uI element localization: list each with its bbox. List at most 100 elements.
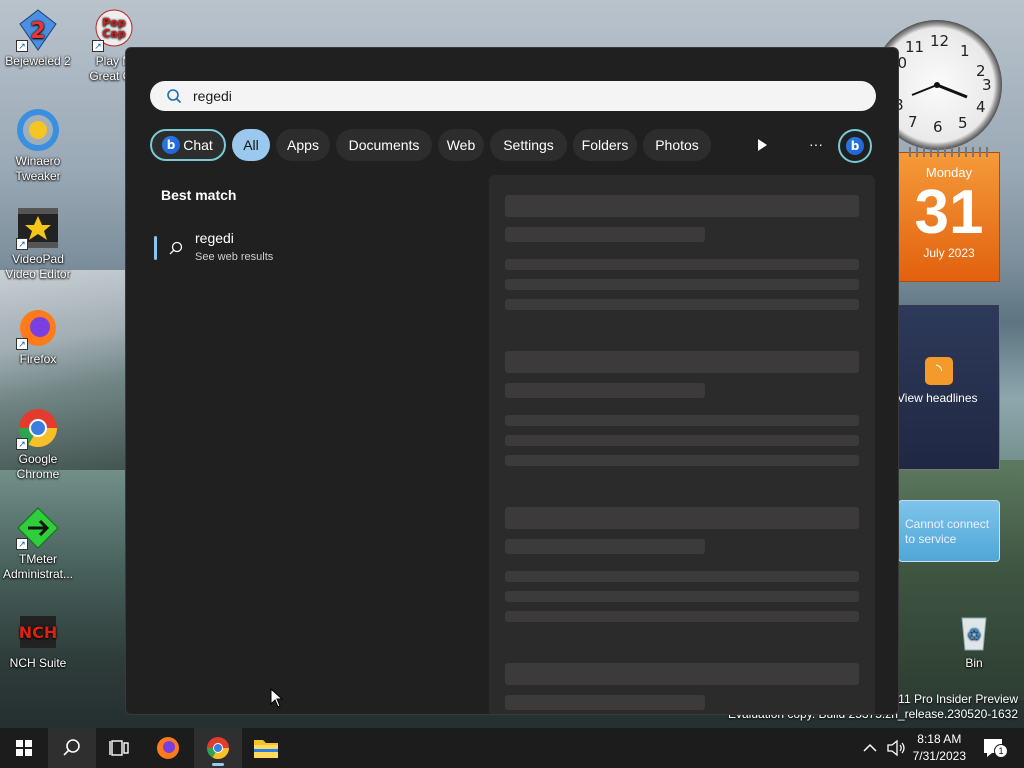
svg-text:Cap: Cap [102,27,125,40]
filter-chat[interactable]: b Chat [150,129,226,161]
filter-settings-label: Settings [503,137,554,153]
desktop-icon-winaero[interactable]: Winaero Tweaker [0,108,76,184]
filter-photos[interactable]: Photos [643,129,711,161]
desktop-icon-label: Winaero Tweaker [15,154,61,183]
skeleton-line [505,279,859,290]
skeleton-line [505,259,859,270]
task-view-button[interactable] [96,728,144,768]
winaero-tweaker-icon [16,108,60,152]
desktop-icon-label: Firefox [19,352,57,366]
shortcut-arrow-icon: ↗ [16,538,28,550]
weather-message: Cannot connect to service [905,517,990,546]
svg-text:♻: ♻ [967,625,981,644]
search-icon [63,739,80,756]
best-match-subtitle: See web results [195,251,274,263]
desktop-icon-label: Bin [965,656,983,670]
desktop-icon-chrome[interactable]: ↗ Google Chrome [0,406,76,482]
show-hidden-icons-button[interactable] [858,736,882,760]
popcap-icon: Pop Cap ↗ [92,8,136,52]
skeleton-line [505,663,859,685]
search-input[interactable]: regedi [150,81,876,111]
calendar-day: 31 [914,178,984,247]
desktop-icon-nch-suite[interactable]: NCH NCH Suite [0,610,76,671]
skeleton-line [505,383,705,398]
best-match-result[interactable]: regedi See web results [154,226,474,268]
folder-icon [254,740,278,758]
speaker-icon [887,739,905,757]
view-headlines-link[interactable]: View headlines [897,391,978,405]
filter-folders-label: Folders [581,137,629,153]
desktop-icon-label: Google Chrome [16,452,60,481]
start-button[interactable] [0,728,48,768]
filter-apps[interactable]: Apps [276,129,330,161]
best-match-title: regedi [195,230,234,246]
rss-icon: ◝ [925,357,953,385]
desktop-icon-bejeweled[interactable]: 2 ↗ Bejeweled 2 [0,8,76,69]
filter-documents-label: Documents [348,137,420,153]
skeleton-line [505,299,859,310]
svg-text:NCH: NCH [19,623,58,642]
filter-apps-label: Apps [287,137,319,153]
web-search-icon [169,241,183,255]
filter-chat-label: Chat [183,137,213,153]
desktop-icon-label: NCH Suite [9,656,67,670]
bejeweled-icon: 2 ↗ [16,8,60,52]
preview-pane [489,175,875,714]
chevron-up-icon [863,743,877,752]
taskbar-time: 8:18 AM [917,732,962,746]
weather-gadget[interactable]: Cannot connect to service [898,500,1000,562]
firefox-icon: ↗ [16,306,60,350]
task-view-icon [109,740,129,756]
filter-settings[interactable]: Settings [490,129,567,161]
feed-headlines-gadget[interactable]: ◝ View headlines [897,304,1000,470]
chrome-icon: ↗ [16,406,60,450]
taskbar-firefox[interactable] [144,728,192,768]
taskbar-file-explorer[interactable] [242,728,290,768]
taskbar-chrome[interactable] [194,728,242,768]
desktop-icon-tmeter[interactable]: ↗ TMeter Administrat... [0,506,76,582]
taskbar: 8:18 AM 7/31/2023 1 [0,728,1024,768]
firefox-icon [157,737,179,759]
search-query: regedi [193,88,232,104]
skeleton-line [505,351,859,373]
scroll-filters-button[interactable] [746,129,778,161]
filter-all-label: All [243,137,259,153]
filter-all[interactable]: All [232,129,270,161]
shortcut-arrow-icon: ↗ [16,338,28,350]
skeleton-line [505,435,859,446]
more-options-button[interactable]: ··· [800,129,832,161]
windows-logo-icon [16,740,32,756]
filter-web[interactable]: Web [438,129,484,161]
calendar-gadget[interactable]: Monday 31 July 2023 [898,147,1000,282]
skeleton-line [505,455,859,466]
skeleton-line [505,507,859,529]
shortcut-arrow-icon: ↗ [16,40,28,52]
taskbar-search-button[interactable] [48,728,96,768]
search-icon [167,89,182,104]
bing-chat-icon: b [162,136,180,154]
recycle-bin-icon: ♻ [952,610,996,654]
search-flyout: regedi b Chat All Apps Documents Web Set… [125,47,899,715]
volume-button[interactable] [884,736,908,760]
skeleton-line [505,539,705,554]
desktop-icon-videopad[interactable]: ↗ VideoPad Video Editor [0,206,76,282]
running-indicator [212,763,224,766]
videopad-icon: ↗ [16,206,60,250]
desktop-icon-label: TMeter Administrat... [2,552,74,581]
selection-indicator [154,236,157,260]
best-match-heading: Best match [161,187,237,203]
shortcut-arrow-icon: ↗ [92,40,104,52]
desktop-icon-firefox[interactable]: ↗ Firefox [0,306,76,367]
filter-documents[interactable]: Documents [336,129,432,161]
bing-button[interactable]: b [838,129,872,163]
notification-center-button[interactable]: 1 [980,734,1010,762]
desktop-icon-recycle-bin[interactable]: ♻ Bin [936,610,1012,671]
clock-button[interactable]: 8:18 AM 7/31/2023 [913,731,966,765]
calendar-month-year: July 2023 [923,246,975,260]
tmeter-icon: ↗ [16,506,60,550]
filter-web-label: Web [446,137,476,153]
notification-count-badge: 1 [994,744,1008,758]
filter-folders[interactable]: Folders [573,129,637,161]
shortcut-arrow-icon: ↗ [16,438,28,450]
skeleton-line [505,695,705,710]
